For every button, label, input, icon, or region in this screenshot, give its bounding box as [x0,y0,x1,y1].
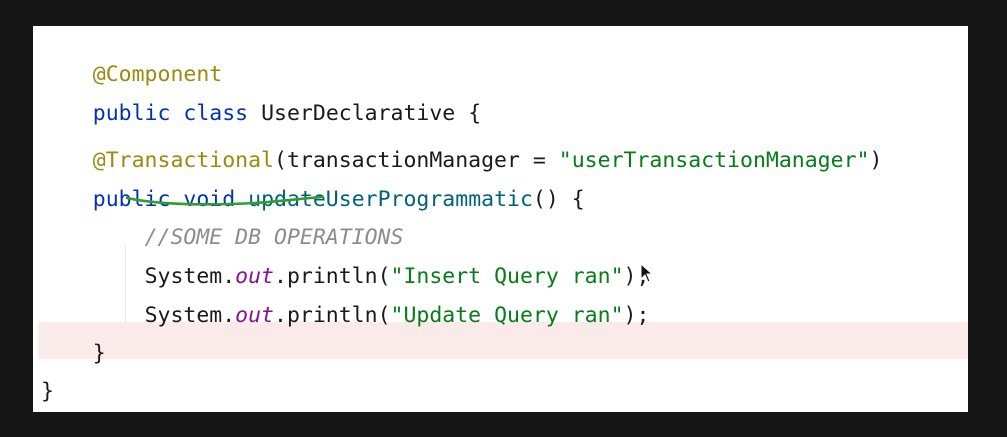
param-equals: = [519,148,559,173]
update-string: "Update Query ran" [390,303,624,328]
param-value: "userTransactionManager" [558,148,870,173]
class-name: UserDeclarative [261,101,456,126]
insert-string: "Insert Query ran" [390,264,624,289]
param-name: transactionManager [286,148,520,173]
annotation-close-paren: ) [869,148,883,173]
println-call: .println( [274,303,391,328]
method-signature-rest: () { [532,187,585,212]
statement-end: ); [623,303,650,328]
println-call: .println( [274,264,391,289]
keyword-class: class [183,101,249,126]
transactional-annotation: @Transactional [92,148,274,173]
static-field-out: out [235,303,275,328]
method-close-brace: } [92,341,106,366]
code-line-9: } [41,339,106,369]
green-underline-annotation [125,195,325,206]
code-line-7: System.out.println("Insert Query ran"); [41,262,650,292]
keyword-public: public [92,101,171,126]
code-editor[interactable]: @Component public class UserDeclarative … [33,26,968,412]
code-line-4: @Transactional(transactionManager = "use… [41,146,883,176]
annotation-open-paren: ( [274,148,287,173]
mouse-pointer-icon [640,263,654,283]
static-field-out: out [235,264,275,289]
code-line-2: public class UserDeclarative { [41,69,481,126]
code-line-8: System.out.println("Update Query ran"); [41,301,650,331]
system-receiver: System. [144,264,236,289]
code-comment: //SOME DB OPERATIONS [144,225,404,250]
open-brace: { [468,101,482,126]
system-receiver: System. [144,303,236,328]
code-line-10: } [41,377,54,407]
code-line-1: @Component [41,30,222,87]
code-line-6: //SOME DB OPERATIONS [41,223,404,253]
class-close-brace: } [41,379,54,404]
